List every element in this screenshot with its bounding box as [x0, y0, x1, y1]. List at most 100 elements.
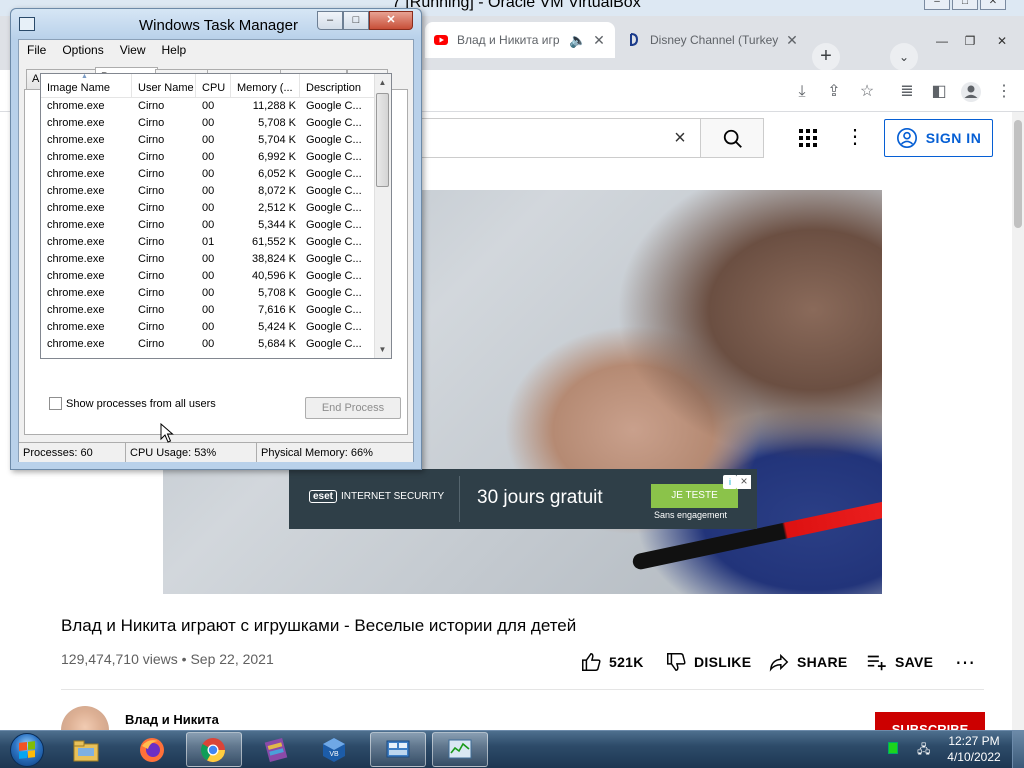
process-cpu: 00	[202, 100, 215, 112]
process-row[interactable]: chrome.exe Cirno 00 5,684 K Google C...	[41, 336, 374, 353]
scroll-up-arrow-icon[interactable]: ▲	[374, 74, 391, 91]
menu-options[interactable]: Options	[54, 40, 111, 60]
column-image-name[interactable]: Image Name ▲	[41, 74, 132, 98]
more-actions-icon[interactable]: ⋯	[955, 650, 975, 675]
tm-maximize-button[interactable]: □	[343, 11, 369, 30]
tm-minimize-button[interactable]: –	[317, 11, 343, 30]
youtube-search-button[interactable]	[700, 118, 764, 158]
end-process-button[interactable]: End Process	[305, 397, 401, 419]
process-row[interactable]: chrome.exe Cirno 00 2,512 K Google C...	[41, 200, 374, 217]
tm-close-button[interactable]: ✕	[369, 11, 413, 30]
process-image-name: chrome.exe	[47, 304, 105, 316]
show-all-processes-checkbox[interactable]: Show processes from all users	[49, 397, 216, 410]
chrome-minimize-button[interactable]: —	[928, 32, 956, 50]
menu-help[interactable]: Help	[154, 40, 195, 60]
menu-file[interactable]: File	[19, 40, 54, 60]
process-cpu: 00	[202, 253, 215, 265]
process-cpu: 00	[202, 185, 215, 197]
process-row[interactable]: chrome.exe Cirno 00 5,704 K Google C...	[41, 132, 374, 149]
tab-close-icon[interactable]: ✕	[784, 32, 800, 49]
process-image-name: chrome.exe	[47, 338, 105, 350]
ad-brand-text: INTERNET SECURITY	[341, 491, 445, 502]
tab-close-icon[interactable]: ✕	[591, 32, 607, 49]
tab-disney-channel[interactable]: Disney Channel (Turkey ✕	[618, 22, 808, 58]
process-description: Google C...	[306, 338, 362, 350]
column-cpu[interactable]: CPU	[196, 74, 231, 98]
profile-icon[interactable]	[959, 80, 983, 104]
process-row[interactable]: chrome.exe Cirno 00 5,344 K Google C...	[41, 217, 374, 234]
process-row[interactable]: chrome.exe Cirno 00 5,708 K Google C...	[41, 285, 374, 302]
save-button[interactable]: SAVE	[866, 650, 933, 674]
channel-name[interactable]: Влад и Никита	[125, 712, 219, 727]
apps-grid-icon[interactable]	[796, 126, 820, 150]
chrome-menu-icon[interactable]: ⋮	[992, 80, 1016, 104]
page-scrollbar-thumb[interactable]	[1014, 120, 1022, 228]
process-row[interactable]: chrome.exe Cirno 00 7,616 K Google C...	[41, 302, 374, 319]
sign-in-button[interactable]: SIGN IN	[884, 119, 993, 157]
chrome-close-button[interactable]: ✕	[988, 32, 1016, 50]
view-count: 129,474,710 views	[61, 651, 178, 667]
process-row[interactable]: chrome.exe Cirno 00 40,596 K Google C...	[41, 268, 374, 285]
process-row[interactable]: chrome.exe Cirno 00 5,424 K Google C...	[41, 319, 374, 336]
ad-close-icon[interactable]: ×	[737, 475, 751, 489]
share-icon[interactable]: ⇪	[822, 80, 846, 104]
process-row[interactable]: chrome.exe Cirno 00 11,288 K Google C...	[41, 98, 374, 115]
dislike-button[interactable]: DISLIKE	[665, 650, 751, 674]
like-button[interactable]: 521K	[580, 650, 644, 674]
process-image-name: chrome.exe	[47, 321, 105, 333]
checkbox[interactable]	[49, 397, 62, 410]
column-image-name-label: Image Name	[47, 82, 110, 94]
install-icon[interactable]: ⤓	[790, 80, 814, 104]
youtube-search-input[interactable]	[400, 118, 700, 158]
vbox-minimize-button[interactable]: –	[924, 0, 950, 10]
media-control-icon[interactable]: ≣	[895, 80, 919, 104]
process-row[interactable]: chrome.exe Cirno 00 38,824 K Google C...	[41, 251, 374, 268]
process-memory: 38,824 K	[251, 253, 296, 265]
action-center-flag-icon[interactable]	[888, 742, 898, 754]
network-icon[interactable]: 🖧	[917, 740, 933, 756]
process-row[interactable]: chrome.exe Cirno 00 5,708 K Google C...	[41, 115, 374, 132]
bookmark-star-icon[interactable]: ☆	[855, 80, 879, 104]
side-panel-icon[interactable]: ◧	[927, 80, 951, 104]
sort-arrow-icon: ▲	[81, 74, 88, 80]
process-memory: 6,052 K	[258, 168, 296, 180]
menu-view[interactable]: View	[112, 40, 154, 60]
clock-time[interactable]: 12:27 PM	[948, 734, 1000, 748]
meta-separator: •	[181, 651, 187, 667]
svg-text:VB: VB	[329, 751, 339, 758]
column-description[interactable]: Description	[300, 74, 374, 98]
tab-search-chevron-icon[interactable]: ⌄	[890, 43, 918, 71]
column-memory[interactable]: Memory (...	[231, 74, 300, 98]
process-user-name: Cirno	[138, 236, 165, 248]
process-list[interactable]: Image Name ▲ User Name CPU Memory (... De…	[40, 73, 392, 359]
process-description: Google C...	[306, 134, 362, 146]
process-user-name: Cirno	[138, 304, 165, 316]
tab-youtube[interactable]: Влад и Никита игр 🔈 ✕	[425, 22, 615, 58]
vbox-maximize-button[interactable]: □	[952, 0, 978, 10]
virtualbox-window-title: 7 [Running] - Oracle VM VirtualBox	[392, 0, 641, 11]
new-tab-button[interactable]: +	[812, 43, 840, 71]
process-row[interactable]: chrome.exe Cirno 00 6,992 K Google C...	[41, 149, 374, 166]
process-image-name: chrome.exe	[47, 100, 105, 112]
ad-info-icon[interactable]: i	[723, 475, 737, 489]
process-list-scroll-thumb[interactable]	[376, 93, 389, 187]
tab-audio-icon[interactable]: 🔈	[569, 32, 586, 49]
process-row[interactable]: chrome.exe Cirno 00 6,052 K Google C...	[41, 166, 374, 183]
process-description: Google C...	[306, 151, 362, 163]
share-button[interactable]: SHARE	[768, 650, 848, 674]
scroll-down-arrow-icon[interactable]: ▼	[374, 341, 391, 358]
task-manager-window[interactable]: Windows Task Manager – □ ✕ File Options …	[10, 8, 422, 470]
chrome-restore-button[interactable]: ❐	[956, 32, 984, 50]
task-manager-menubar: File Options View Help	[19, 40, 413, 60]
clock-date[interactable]: 4/10/2022	[944, 750, 1004, 764]
subscribe-button[interactable]: SUBSCRIBE	[875, 712, 985, 732]
process-cpu: 00	[202, 338, 215, 350]
process-row[interactable]: chrome.exe Cirno 01 61,552 K Google C...	[41, 234, 374, 251]
process-row[interactable]: chrome.exe Cirno 00 8,072 K Google C...	[41, 183, 374, 200]
show-desktop-button[interactable]	[1012, 731, 1024, 768]
search-clear-icon[interactable]: ×	[668, 126, 692, 150]
column-user-name[interactable]: User Name	[132, 74, 196, 98]
settings-more-icon[interactable]: ⋮	[845, 126, 865, 150]
vbox-close-button[interactable]: ✕	[980, 0, 1006, 10]
winrar-icon	[264, 738, 288, 762]
